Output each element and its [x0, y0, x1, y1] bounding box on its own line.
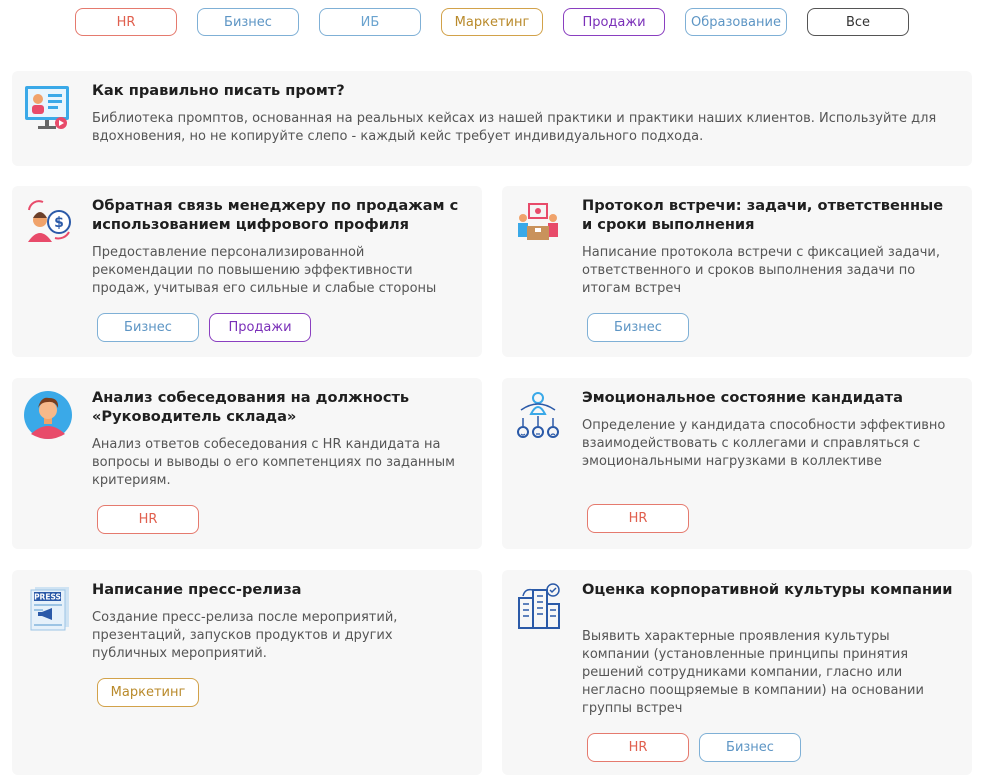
emotion-icon — [513, 390, 563, 440]
card-description: Выявить характерные проявления культуры … — [582, 629, 924, 716]
tag-business[interactable]: Бизнес — [587, 313, 689, 342]
tag-hr[interactable]: HR — [587, 733, 689, 762]
filter-hr-button[interactable]: HR — [75, 8, 177, 36]
presentation-icon — [23, 83, 73, 133]
card-title: Оценка корпоративной культуры компании — [582, 581, 953, 598]
filter-all-button[interactable]: Все — [807, 8, 909, 36]
card-title: Обратная связь менеджеру по продажам с и… — [92, 197, 459, 233]
filter-ib-button[interactable]: ИБ — [319, 8, 421, 36]
intro-description: Библиотека промптов, основанная на реаль… — [92, 111, 937, 144]
filter-bar: HR Бизнес ИБ Маркетинг Продажи Образован… — [75, 8, 909, 36]
card-title: Анализ собеседования на должность «Руков… — [92, 389, 410, 425]
svg-text:$: $ — [54, 215, 64, 231]
tag-marketing[interactable]: Маркетинг — [97, 678, 199, 707]
card-title: Написание пресс-релиза — [92, 581, 302, 598]
manager-dollar-icon: $ — [23, 198, 73, 248]
card-description: Предоставление персонализированной реком… — [92, 245, 437, 296]
filter-marketing-button[interactable]: Маркетинг — [441, 8, 543, 36]
tag-hr[interactable]: HR — [97, 505, 199, 534]
prompt-card[interactable]: Протокол встречи: задачи, ответственные … — [502, 186, 972, 357]
prompt-card[interactable]: Анализ собеседования на должность «Руков… — [12, 378, 482, 549]
prompt-card[interactable]: Оценка корпоративной культуры компании В… — [502, 570, 972, 775]
tag-sales[interactable]: Продажи — [209, 313, 311, 342]
prompt-card[interactable]: PRESS Написание пресс-релиза Создание пр… — [12, 570, 482, 775]
card-description: Анализ ответов собеседования с HR кандид… — [92, 437, 455, 488]
filter-education-button[interactable]: Образование — [685, 8, 787, 36]
card-description: Определение у кандидата способности эффе… — [582, 418, 946, 469]
svg-text:PRESS: PRESS — [34, 593, 61, 602]
filter-sales-button[interactable]: Продажи — [563, 8, 665, 36]
buildings-icon — [513, 582, 563, 632]
card-description: Создание пресс-релиза после мероприятий,… — [92, 610, 398, 661]
card-title: Эмоциональное состояние кандидата — [582, 389, 903, 406]
tag-hr[interactable]: HR — [587, 504, 689, 533]
press-icon: PRESS — [23, 582, 73, 632]
tag-business[interactable]: Бизнес — [97, 313, 199, 342]
intro-card[interactable]: Как правильно писать промт? Библиотека п… — [12, 71, 972, 166]
prompt-card[interactable]: $ Обратная связь менеджеру по продажам с… — [12, 186, 482, 357]
tag-business[interactable]: Бизнес — [699, 733, 801, 762]
card-description: Написание протокола встречи с фиксацией … — [582, 245, 941, 296]
filter-business-button[interactable]: Бизнес — [197, 8, 299, 36]
prompt-card[interactable]: Эмоциональное состояние кандидата Опреде… — [502, 378, 972, 549]
meeting-icon — [513, 198, 563, 248]
intro-title: Как правильно писать промт? — [92, 82, 345, 99]
avatar-icon — [23, 390, 73, 440]
card-title: Протокол встречи: задачи, ответственные … — [582, 197, 944, 233]
